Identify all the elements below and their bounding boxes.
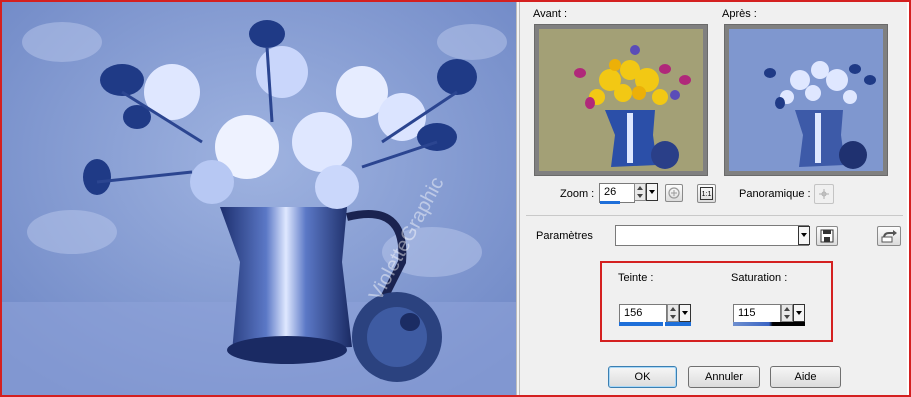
- zoom-dropdown-button[interactable]: [646, 183, 658, 201]
- zoom-spinner[interactable]: [634, 183, 646, 201]
- after-preview[interactable]: [724, 24, 888, 176]
- saturation-slider-track[interactable]: [733, 322, 805, 326]
- saturation-input[interactable]: 115: [733, 304, 781, 324]
- reset-icon: [881, 230, 897, 243]
- saturation-value: 115: [738, 307, 756, 319]
- settings-panel: Avant : Après : Zoom: 26 1:1 Panoramiqu…: [520, 2, 907, 395]
- zoom-value: 26: [604, 186, 617, 198]
- params-dropdown-button[interactable]: [798, 226, 810, 245]
- separator: [526, 215, 903, 216]
- hue-label: Teinte :: [618, 272, 654, 284]
- hue-value: 156: [624, 307, 643, 319]
- after-image: [729, 29, 883, 171]
- saturation-dropdown-button[interactable]: [793, 304, 805, 322]
- hue-spinner[interactable]: [667, 304, 679, 322]
- zoom-input[interactable]: 26: [599, 183, 635, 203]
- pan-button[interactable]: [814, 184, 834, 204]
- hue-input[interactable]: 156: [619, 304, 667, 324]
- cancel-button[interactable]: Annuler: [688, 366, 760, 388]
- help-button[interactable]: Aide: [770, 366, 841, 388]
- saturation-label: Saturation :: [731, 272, 788, 284]
- reset-button[interactable]: [877, 226, 901, 246]
- flower-vase-image: VioletteGraphic: [2, 2, 516, 395]
- before-preview[interactable]: [534, 24, 708, 176]
- save-icon: [820, 229, 834, 243]
- pan-label: Panoramique :: [739, 188, 811, 200]
- before-image: [539, 29, 703, 171]
- zoom-fit-button[interactable]: [665, 184, 683, 202]
- params-preset-select[interactable]: [615, 225, 809, 246]
- saturation-spinner[interactable]: [781, 304, 793, 322]
- pan-crosshair-icon: [819, 189, 829, 199]
- main-photo-preview: VioletteGraphic: [2, 2, 516, 395]
- params-label: Paramètres: [536, 230, 593, 242]
- zoom-fit-icon: [668, 187, 680, 199]
- hue-slider-thumb[interactable]: [663, 321, 665, 327]
- ok-button[interactable]: OK: [608, 366, 677, 388]
- save-preset-button[interactable]: [816, 226, 838, 246]
- after-label: Après :: [722, 8, 757, 20]
- zoom-one-to-one-button[interactable]: 1:1: [697, 184, 716, 203]
- zoom-level-bar: [600, 201, 620, 204]
- hue-slider-track[interactable]: [619, 321, 691, 327]
- one-to-one-icon: 1:1: [700, 187, 713, 200]
- before-label: Avant :: [533, 8, 568, 20]
- hue-dropdown-button[interactable]: [679, 304, 691, 322]
- zoom-label: Zoom :: [560, 188, 595, 200]
